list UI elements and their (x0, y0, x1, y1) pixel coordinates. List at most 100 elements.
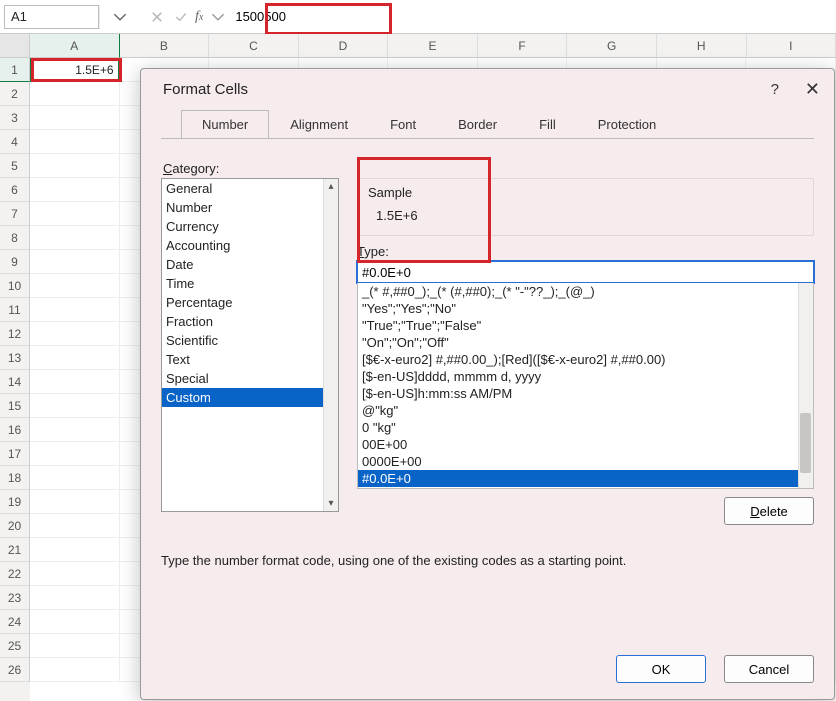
cell-a11[interactable] (30, 298, 120, 322)
cell-a25[interactable] (30, 634, 120, 658)
cell-a1[interactable]: 1.5E+6 (30, 58, 120, 82)
scroll-up-icon[interactable]: ▴ (328, 179, 333, 194)
cell-a3[interactable] (30, 106, 120, 130)
type-item[interactable]: 0 "kg" (358, 419, 813, 436)
tab-border[interactable]: Border (437, 110, 518, 139)
type-item[interactable]: [$€-x-euro2] #,##0.00_);[Red]([$€-x-euro… (358, 351, 813, 368)
category-item-number[interactable]: Number (162, 198, 338, 217)
row-header-16[interactable]: 16 (0, 418, 30, 442)
row-header-22[interactable]: 22 (0, 562, 30, 586)
column-header-i[interactable]: I (747, 34, 836, 58)
cell-a8[interactable] (30, 226, 120, 250)
cell-a7[interactable] (30, 202, 120, 226)
cancel-edit-icon[interactable] (145, 5, 169, 29)
delete-button[interactable]: Delete (724, 497, 814, 525)
type-item[interactable]: @"kg" (358, 402, 813, 419)
row-header-25[interactable]: 25 (0, 634, 30, 658)
help-button[interactable]: ? (771, 81, 779, 98)
tab-fill[interactable]: Fill (518, 110, 577, 139)
cell-a9[interactable] (30, 250, 120, 274)
row-header-19[interactable]: 19 (0, 490, 30, 514)
cell-a14[interactable] (30, 370, 120, 394)
enter-edit-icon[interactable] (169, 5, 193, 29)
column-header-g[interactable]: G (567, 34, 657, 58)
row-header-7[interactable]: 7 (0, 202, 30, 226)
column-header-a[interactable]: A (30, 34, 120, 58)
column-header-f[interactable]: F (478, 34, 568, 58)
cell-a24[interactable] (30, 610, 120, 634)
row-header-9[interactable]: 9 (0, 250, 30, 274)
category-item-custom[interactable]: Custom (162, 388, 338, 407)
formula-input[interactable] (227, 5, 836, 29)
cell-a18[interactable] (30, 466, 120, 490)
cell-a5[interactable] (30, 154, 120, 178)
fx-dropdown[interactable] (209, 10, 227, 24)
row-header-8[interactable]: 8 (0, 226, 30, 250)
column-header-e[interactable]: E (388, 34, 478, 58)
row-header-6[interactable]: 6 (0, 178, 30, 202)
row-header-15[interactable]: 15 (0, 394, 30, 418)
cell-a17[interactable] (30, 442, 120, 466)
type-item[interactable]: "True";"True";"False" (358, 317, 813, 334)
row-header-3[interactable]: 3 (0, 106, 30, 130)
tab-font[interactable]: Font (369, 110, 437, 139)
name-box-dropdown[interactable] (99, 5, 139, 29)
category-item-time[interactable]: Time (162, 274, 338, 293)
cell-a4[interactable] (30, 130, 120, 154)
row-header-13[interactable]: 13 (0, 346, 30, 370)
tab-protection[interactable]: Protection (577, 110, 678, 139)
cell-a23[interactable] (30, 586, 120, 610)
row-header-26[interactable]: 26 (0, 658, 30, 682)
cell-a22[interactable] (30, 562, 120, 586)
row-header-12[interactable]: 12 (0, 322, 30, 346)
cell-a13[interactable] (30, 346, 120, 370)
cell-a21[interactable] (30, 538, 120, 562)
row-header-23[interactable]: 23 (0, 586, 30, 610)
cell-a12[interactable] (30, 322, 120, 346)
cancel-button[interactable]: Cancel (724, 655, 814, 683)
type-item[interactable]: 00E+00 (358, 436, 813, 453)
cell-a16[interactable] (30, 418, 120, 442)
row-header-24[interactable]: 24 (0, 610, 30, 634)
type-list-scrollbar[interactable] (798, 283, 813, 488)
row-header-17[interactable]: 17 (0, 442, 30, 466)
tab-alignment[interactable]: Alignment (269, 110, 369, 139)
column-header-h[interactable]: H (657, 34, 747, 58)
scrollbar-thumb[interactable] (800, 413, 811, 473)
close-button[interactable]: ✕ (805, 79, 820, 100)
listbox-scrollbar[interactable]: ▴ ▾ (323, 179, 338, 511)
column-header-b[interactable]: B (120, 34, 210, 58)
category-item-percentage[interactable]: Percentage (162, 293, 338, 312)
category-item-text[interactable]: Text (162, 350, 338, 369)
cell-a2[interactable] (30, 82, 120, 106)
ok-button[interactable]: OK (616, 655, 706, 683)
type-item[interactable]: "Yes";"Yes";"No" (358, 300, 813, 317)
row-header-2[interactable]: 2 (0, 82, 30, 106)
cell-a20[interactable] (30, 514, 120, 538)
category-listbox[interactable]: GeneralNumberCurrencyAccountingDateTimeP… (161, 178, 339, 512)
category-item-general[interactable]: General (162, 179, 338, 198)
cell-a6[interactable] (30, 178, 120, 202)
type-item[interactable]: [$-en-US]h:mm:ss AM/PM (358, 385, 813, 402)
type-item[interactable]: "On";"On";"Off" (358, 334, 813, 351)
category-item-scientific[interactable]: Scientific (162, 331, 338, 350)
cell-a10[interactable] (30, 274, 120, 298)
row-header-14[interactable]: 14 (0, 370, 30, 394)
category-item-special[interactable]: Special (162, 369, 338, 388)
column-header-d[interactable]: D (299, 34, 389, 58)
type-input[interactable] (357, 261, 814, 283)
select-all-corner[interactable] (0, 34, 30, 58)
cell-a19[interactable] (30, 490, 120, 514)
type-item[interactable]: _(* #,##0_);_(* (#,##0);_(* "-"??_);_(@_… (358, 283, 813, 300)
column-header-c[interactable]: C (209, 34, 299, 58)
cell-a15[interactable] (30, 394, 120, 418)
scroll-down-icon[interactable]: ▾ (328, 496, 333, 511)
row-header-21[interactable]: 21 (0, 538, 30, 562)
row-header-11[interactable]: 11 (0, 298, 30, 322)
category-item-currency[interactable]: Currency (162, 217, 338, 236)
row-header-1[interactable]: 1 (0, 58, 30, 82)
category-item-fraction[interactable]: Fraction (162, 312, 338, 331)
row-header-4[interactable]: 4 (0, 130, 30, 154)
row-header-5[interactable]: 5 (0, 154, 30, 178)
row-header-10[interactable]: 10 (0, 274, 30, 298)
